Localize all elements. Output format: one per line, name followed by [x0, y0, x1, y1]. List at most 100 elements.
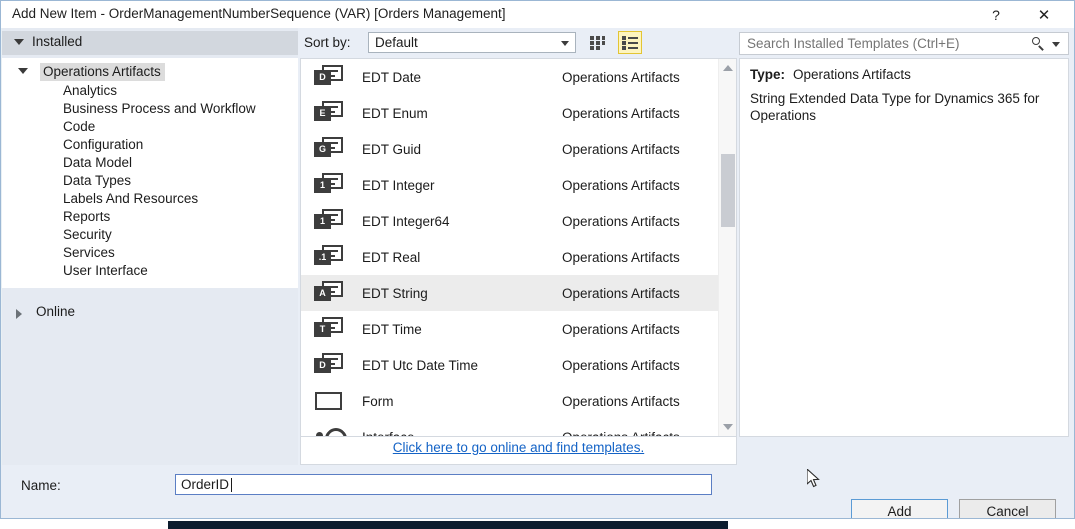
- list-item-selected[interactable]: A EDT String Operations Artifacts: [301, 275, 719, 311]
- tree-item-label: Reports: [63, 209, 111, 224]
- tree-item-business-process-and-workflow[interactable]: Business Process and Workflow: [2, 100, 298, 118]
- title-bar: Add New Item - OrderManagementNumberSequ…: [1, 1, 1074, 28]
- close-icon[interactable]: ✕: [1022, 1, 1066, 28]
- edt-guid-icon: G: [314, 136, 344, 162]
- search-input[interactable]: Search Installed Templates (Ctrl+E): [739, 32, 1069, 55]
- help-button[interactable]: ?: [974, 1, 1018, 28]
- template-list-scrollbar[interactable]: [718, 59, 736, 436]
- tree-item-label: Business Process and Workflow: [63, 101, 256, 116]
- edt-string-icon: A: [314, 280, 344, 306]
- expand-collapse-icon[interactable]: [16, 309, 22, 319]
- edt-integer64-icon: 1: [314, 208, 344, 234]
- edt-utc-date-time-icon: D: [314, 352, 344, 378]
- detail-type-label: Type:: [750, 67, 786, 82]
- template-details: Type: Operations Artifacts String Extende…: [739, 58, 1069, 437]
- tree-item-label: Security: [63, 227, 112, 242]
- template-type: Operations Artifacts: [562, 429, 680, 437]
- tree-item-data-types[interactable]: Data Types: [2, 172, 298, 190]
- template-name: EDT Guid: [362, 141, 422, 157]
- tree-group-online[interactable]: Online: [2, 303, 298, 325]
- list-item[interactable]: D EDT Date Operations Artifacts: [301, 59, 719, 95]
- template-name: EDT Integer: [362, 177, 435, 193]
- scrollbar-thumb[interactable]: [721, 154, 735, 227]
- tree-item-label: Data Types: [63, 173, 132, 188]
- list-view-icon[interactable]: [618, 31, 642, 54]
- tree-body: Operations Artifacts Analytics Business …: [2, 58, 298, 288]
- template-category-tree: Installed Operations Artifacts Analytics…: [2, 28, 298, 465]
- expand-collapse-icon[interactable]: [14, 39, 24, 45]
- template-type: Operations Artifacts: [562, 249, 680, 265]
- tree-group-installed[interactable]: Installed: [2, 31, 298, 55]
- tree-item-configuration[interactable]: Configuration: [2, 136, 298, 154]
- list-item[interactable]: E EDT Enum Operations Artifacts: [301, 95, 719, 131]
- tree-item-label: Labels And Resources: [63, 191, 199, 206]
- add-new-item-dialog: Add New Item - OrderManagementNumberSequ…: [0, 0, 1075, 519]
- medium-icons-view-icon[interactable]: [586, 31, 610, 54]
- edt-date-icon: D: [314, 64, 344, 90]
- sort-by-dropdown[interactable]: Default: [368, 32, 576, 53]
- tree-item-user-interface[interactable]: User Interface: [2, 262, 298, 280]
- tree-item-label: Analytics: [63, 83, 118, 98]
- list-item[interactable]: 1 EDT Integer Operations Artifacts: [301, 167, 719, 203]
- expand-collapse-icon[interactable]: [18, 68, 28, 74]
- name-input[interactable]: OrderID: [175, 474, 712, 495]
- edt-integer-icon: 1: [314, 172, 344, 198]
- online-templates-link[interactable]: Click here to go online and find templat…: [393, 440, 644, 455]
- tree-item-label: User Interface: [63, 263, 148, 278]
- chevron-down-icon[interactable]: [1052, 42, 1060, 47]
- list-item[interactable]: Interface Operations Artifacts: [301, 419, 719, 437]
- tree-item-label: Configuration: [63, 137, 144, 152]
- scroll-down-icon[interactable]: [719, 418, 736, 436]
- tree-item-data-model[interactable]: Data Model: [2, 154, 298, 172]
- tree-item-labels-and-resources[interactable]: Labels And Resources: [2, 190, 298, 208]
- template-name: EDT Enum: [362, 105, 428, 121]
- template-name: EDT Integer64: [362, 213, 450, 229]
- scroll-up-icon[interactable]: [719, 59, 736, 77]
- template-type: Operations Artifacts: [562, 69, 680, 85]
- list-item[interactable]: G EDT Guid Operations Artifacts: [301, 131, 719, 167]
- tree-item-services[interactable]: Services: [2, 244, 298, 262]
- sort-by-value: Default: [375, 35, 418, 50]
- template-type: Operations Artifacts: [562, 393, 680, 409]
- edt-real-icon: .1: [314, 244, 344, 270]
- sort-toolbar: Sort by: Default: [300, 29, 737, 58]
- tree-item-code[interactable]: Code: [2, 118, 298, 136]
- cancel-button[interactable]: Cancel: [959, 499, 1056, 518]
- tree-item-security[interactable]: Security: [2, 226, 298, 244]
- list-item[interactable]: D EDT Utc Date Time Operations Artifacts: [301, 347, 719, 383]
- text-caret: [231, 478, 232, 492]
- list-item[interactable]: T EDT Time Operations Artifacts: [301, 311, 719, 347]
- dialog-title: Add New Item - OrderManagementNumberSequ…: [12, 6, 506, 21]
- template-type: Operations Artifacts: [562, 285, 680, 301]
- tree-group-installed-label: Installed: [32, 34, 83, 49]
- template-list[interactable]: D EDT Date Operations Artifacts E EDT En…: [300, 58, 737, 437]
- details-panel: Search Installed Templates (Ctrl+E) Type…: [739, 29, 1073, 465]
- template-name: Interface: [362, 429, 415, 437]
- name-value: OrderID: [181, 477, 230, 492]
- form-icon: [314, 388, 344, 414]
- detail-description: String Extended Data Type for Dynamics 3…: [750, 91, 1040, 123]
- template-name: EDT Date: [362, 69, 422, 85]
- interface-icon: [314, 423, 352, 436]
- tree-item-label: Code: [63, 119, 96, 134]
- detail-type-row: Type: Operations Artifacts: [750, 67, 1058, 82]
- list-item[interactable]: .1 EDT Real Operations Artifacts: [301, 239, 719, 275]
- tree-item-label: Services: [63, 245, 115, 260]
- search-placeholder: Search Installed Templates (Ctrl+E): [747, 36, 960, 51]
- template-list-inner: D EDT Date Operations Artifacts E EDT En…: [301, 59, 719, 437]
- tree-item-reports[interactable]: Reports: [2, 208, 298, 226]
- tree-item-analytics[interactable]: Analytics: [2, 82, 298, 100]
- chevron-down-icon: [561, 41, 569, 46]
- tree-item-operations-artifacts[interactable]: Operations Artifacts: [2, 62, 298, 82]
- template-type: Operations Artifacts: [562, 105, 680, 121]
- template-name: Form: [362, 393, 394, 409]
- list-item[interactable]: 1 EDT Integer64 Operations Artifacts: [301, 203, 719, 239]
- tree-item-label: Data Model: [63, 155, 133, 170]
- search-icon[interactable]: [1031, 36, 1046, 51]
- sort-by-label: Sort by:: [304, 35, 351, 50]
- tree-item-label: Operations Artifacts: [40, 63, 165, 81]
- template-name: EDT Real: [362, 249, 421, 265]
- add-button[interactable]: Add: [851, 499, 948, 518]
- detail-type-value: Operations Artifacts: [793, 67, 911, 82]
- list-item[interactable]: Form Operations Artifacts: [301, 383, 719, 419]
